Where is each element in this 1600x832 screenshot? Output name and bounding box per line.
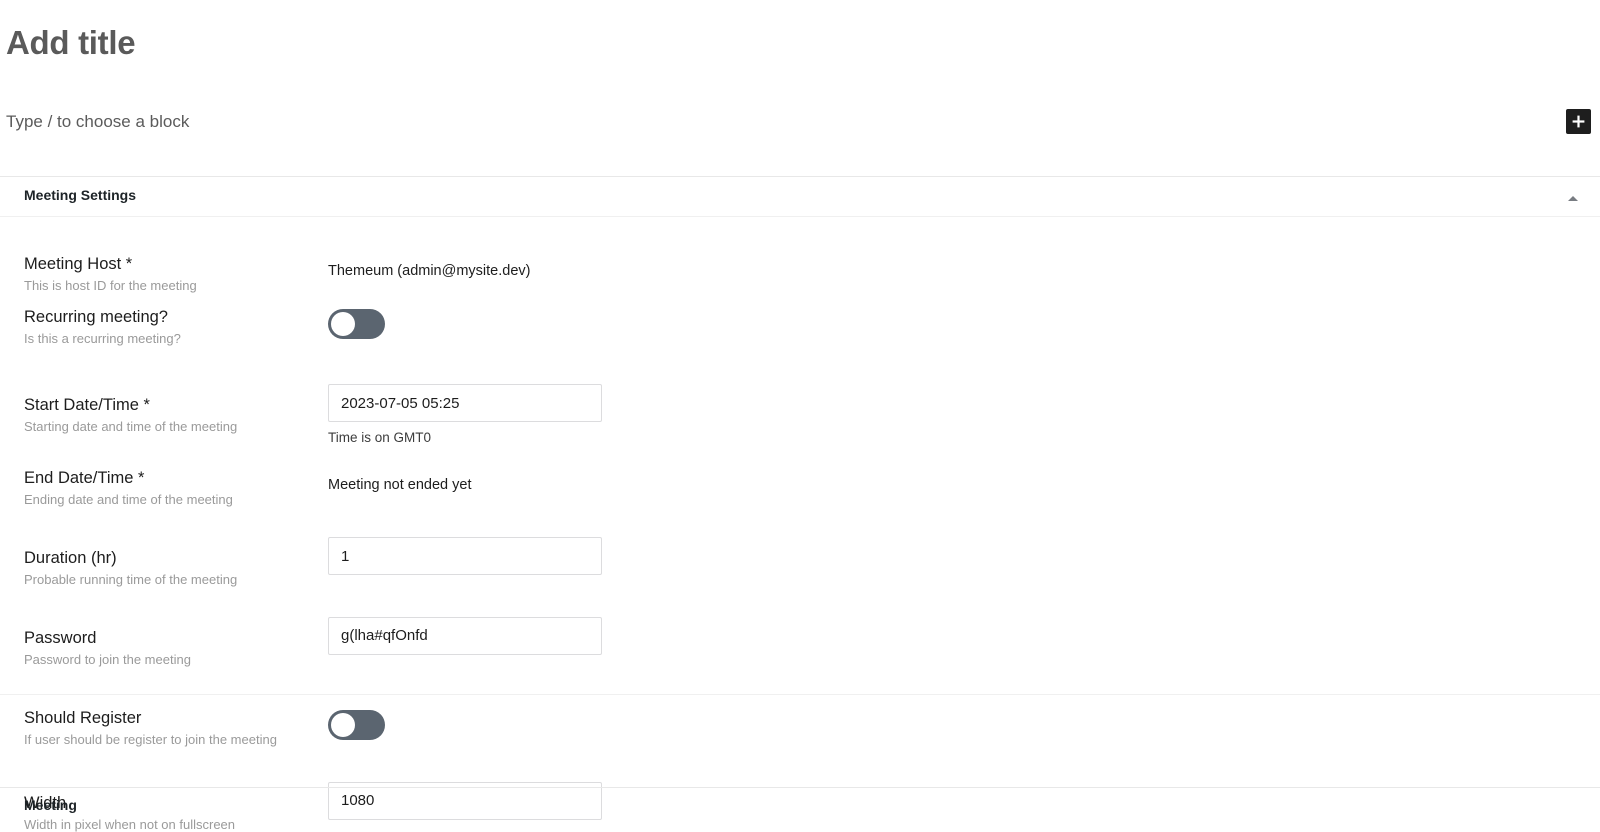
field-control: Meeting not ended yet — [328, 469, 1600, 493]
field-row-end-date-time: End Date/Time * Ending date and time of … — [0, 445, 1600, 508]
field-description: This is host ID for the meeting — [24, 277, 197, 293]
field-label-group: Meeting Host * This is host ID for the m… — [24, 255, 328, 294]
page-title[interactable]: Add title — [6, 26, 136, 59]
field-row-recurring-meeting: Recurring meeting? Is this a recurring m… — [0, 294, 1600, 347]
field-row-meeting-host: Meeting Host * This is host ID for the m… — [0, 217, 1600, 294]
recurring-meeting-toggle[interactable] — [328, 308, 385, 339]
meeting-settings-header[interactable]: Meeting Settings — [0, 177, 1600, 217]
field-description: Probable running time of the meeting — [24, 572, 238, 588]
field-row-width: Width Width in pixel when not on fullscr… — [0, 748, 1600, 832]
meeting-settings-body: Meeting Host * This is host ID for the m… — [0, 217, 1600, 832]
field-label: Duration (hr) — [24, 549, 117, 568]
field-label: Start Date/Time * — [24, 396, 150, 415]
field-label: Password — [24, 628, 97, 647]
field-description: If user should be register to join the m… — [24, 732, 277, 748]
field-control: Themeum (admin@mysite.dev) — [328, 255, 1600, 279]
field-label: Meeting Host * — [24, 255, 133, 273]
meeting-panel-title[interactable]: Meeting — [24, 798, 77, 812]
duration-input[interactable] — [328, 537, 602, 576]
field-control — [328, 308, 1600, 339]
field-control: Time is on GMT0 — [328, 384, 1600, 445]
field-row-should-register: Should Register If user should be regist… — [0, 695, 1600, 748]
field-label-group: Duration (hr) Probable running time of t… — [24, 537, 328, 588]
field-control — [328, 709, 1600, 741]
meeting-settings-panel: Meeting Settings Meeting Host * This is … — [0, 177, 1600, 832]
start-date-time-hint: Time is on GMT0 — [328, 430, 432, 446]
field-label: Recurring meeting? — [24, 307, 168, 326]
meeting-settings-title: Meeting Settings — [24, 187, 137, 203]
editor-page: Add title Type / to choose a block Meeti… — [0, 0, 1600, 832]
field-label: End Date/Time * — [24, 468, 145, 487]
field-control — [328, 537, 1600, 576]
end-date-time-value: Meeting not ended yet — [328, 476, 472, 493]
field-description: Ending date and time of the meeting — [24, 491, 233, 507]
field-label-group: Recurring meeting? Is this a recurring m… — [24, 308, 328, 347]
field-row-duration: Duration (hr) Probable running time of t… — [0, 507, 1600, 588]
field-label-group: Password Password to join the meeting — [24, 617, 328, 668]
panel-collapse-button[interactable] — [1562, 189, 1584, 207]
caret-up-icon — [1568, 195, 1578, 201]
field-control — [328, 616, 1600, 655]
toggle-knob — [331, 713, 355, 738]
field-label-group: Should Register If user should be regist… — [24, 709, 328, 748]
field-label-group: End Date/Time * Ending date and time of … — [24, 469, 328, 508]
panel-divider — [0, 787, 1600, 788]
field-description: Width in pixel when not on fullscreen — [24, 816, 236, 832]
start-date-time-input[interactable] — [328, 384, 602, 423]
field-description: Starting date and time of the meeting — [24, 419, 238, 435]
field-row-password: Password Password to join the meeting — [0, 588, 1600, 668]
password-input[interactable] — [328, 616, 602, 655]
field-description: Password to join the meeting — [24, 651, 191, 667]
plus-icon — [1572, 115, 1585, 128]
meeting-host-value: Themeum (admin@mysite.dev) — [328, 263, 531, 279]
block-inserter-button[interactable] — [1566, 109, 1591, 134]
field-label-group: Start Date/Time * Starting date and time… — [24, 384, 328, 435]
toggle-knob — [331, 311, 355, 336]
field-label: Should Register — [24, 709, 142, 728]
field-description: Is this a recurring meeting? — [24, 330, 181, 346]
should-register-toggle[interactable] — [328, 710, 385, 741]
field-row-start-date-time: Start Date/Time * Starting date and time… — [0, 346, 1600, 445]
block-prompt-text[interactable]: Type / to choose a block — [6, 113, 189, 130]
